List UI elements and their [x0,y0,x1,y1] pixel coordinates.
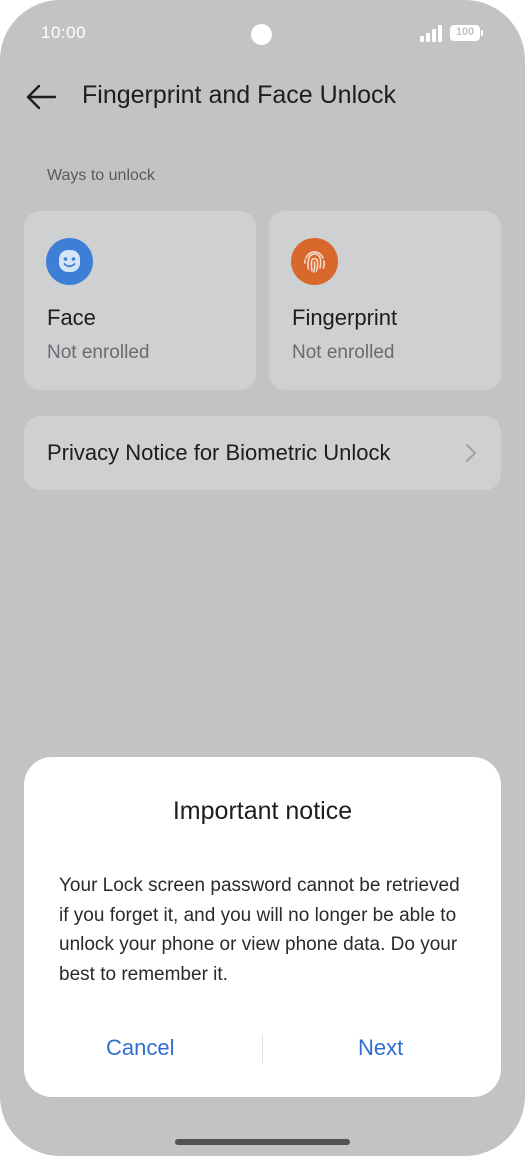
dialog-message: Your Lock screen password cannot be retr… [59,875,460,985]
battery-tip [481,30,483,36]
chevron-right-icon [466,444,476,462]
face-unlock-card[interactable]: Face Not enrolled [24,211,256,390]
battery-icon: 100 [450,25,480,41]
face-status: Not enrolled [47,342,150,363]
dialog-title: Important notice [172,797,353,825]
privacy-notice-label: Privacy Notice for Biometric Unlock [47,440,391,465]
privacy-notice-row[interactable]: Privacy Notice for Biometric Unlock [24,416,501,490]
face-icon-badge [46,238,93,285]
button-divider [262,1035,263,1063]
signal-icon [420,25,442,42]
fingerprint-icon-badge [291,238,338,285]
next-button[interactable]: Next [358,1035,403,1061]
home-indicator[interactable] [175,1139,350,1145]
face-title: Face [47,305,96,330]
fingerprint-unlock-card[interactable]: Fingerprint Not enrolled [269,211,501,390]
back-arrow-icon[interactable] [24,80,58,114]
status-time: 10:00 [41,23,87,42]
fingerprint-title: Fingerprint [292,305,398,330]
fingerprint-icon [304,251,325,273]
section-label: Ways to unlock [47,167,155,184]
fingerprint-status: Not enrolled [292,342,395,363]
camera-cutout [251,24,272,45]
important-notice-dialog: Important notice Your Lock screen passwo… [24,757,501,1097]
face-smile-icon [59,250,80,272]
phone-screen: 10:00 100 Fingerprint and Face Unlock Wa… [0,0,525,1156]
cancel-button[interactable]: Cancel [106,1035,174,1061]
page-title: Fingerprint and Face Unlock [82,81,397,109]
